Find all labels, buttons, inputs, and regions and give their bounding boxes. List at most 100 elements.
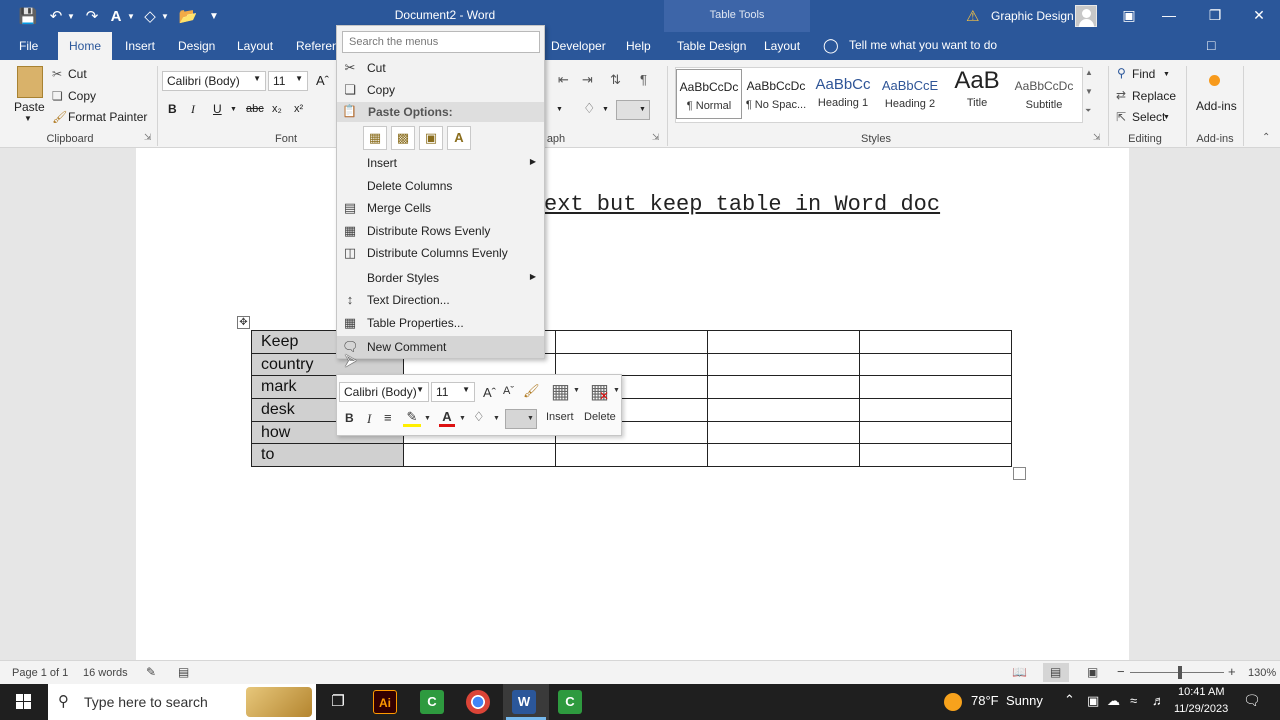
- tab-help[interactable]: Help: [626, 39, 651, 53]
- mini-bold-button[interactable]: B: [345, 411, 354, 425]
- table-cell[interactable]: [859, 375, 1012, 400]
- tab-developer[interactable]: Developer: [551, 39, 606, 53]
- tab-references[interactable]: Referen: [296, 39, 339, 53]
- superscript-button[interactable]: x²: [294, 103, 303, 115]
- ribbon-display-options-icon[interactable]: ▣: [1114, 4, 1144, 26]
- underline-dropdown-icon[interactable]: ▼: [230, 106, 237, 113]
- format-painter-button[interactable]: Format Painter: [68, 110, 147, 124]
- user-name[interactable]: Graphic Design: [991, 9, 1074, 23]
- style-no-spacing[interactable]: AaBbCcDc ¶ No Spac...: [743, 69, 809, 119]
- network-icon[interactable]: ☁: [1107, 693, 1120, 709]
- cut-button[interactable]: Cut: [68, 67, 87, 81]
- sort-icon[interactable]: ⇅: [610, 72, 621, 88]
- copy-button[interactable]: Copy: [68, 89, 96, 103]
- replace-icon[interactable]: ⇄: [1116, 88, 1126, 102]
- tab-insert[interactable]: Insert: [125, 39, 155, 53]
- customize-toolbar-icon[interactable]: ▼: [204, 6, 224, 26]
- print-layout-icon[interactable]: ▤: [1050, 665, 1061, 679]
- tab-design[interactable]: Design: [178, 39, 215, 53]
- menu-item-distribute-columns[interactable]: ◫ Distribute Columns Evenly: [337, 242, 544, 264]
- format-painter-icon[interactable]: 🖌: [523, 383, 540, 399]
- menu-item-delete-columns[interactable]: Delete Columns: [337, 175, 544, 197]
- chevron-up-icon[interactable]: ⌃: [1064, 692, 1075, 708]
- table-cell[interactable]: [707, 420, 860, 445]
- shading-dropdown-icon[interactable]: ▼: [602, 106, 609, 113]
- styles-scroll-up-icon[interactable]: ▲: [1085, 68, 1093, 77]
- borders-dropdown-icon[interactable]: ▼: [527, 415, 534, 422]
- paragraph-launcher-icon[interactable]: ⇲: [652, 132, 660, 143]
- clipboard-launcher-icon[interactable]: ⇲: [144, 132, 152, 143]
- collapse-ribbon-icon[interactable]: ⌃: [1262, 132, 1270, 143]
- style-heading-2[interactable]: AaBbCcE Heading 2: [877, 69, 943, 119]
- shapes-icon[interactable]: ◇: [140, 6, 160, 26]
- table-cell[interactable]: [403, 443, 556, 468]
- paste-keep-text-only-icon[interactable]: A: [447, 126, 471, 150]
- mini-italic-button[interactable]: I: [367, 411, 371, 427]
- tell-me-search[interactable]: Tell me what you want to do: [849, 38, 997, 52]
- table-cell[interactable]: [707, 398, 860, 422]
- table-resize-handle[interactable]: [1013, 467, 1026, 480]
- table-cell[interactable]: to: [251, 443, 404, 468]
- bold-button[interactable]: B: [168, 102, 177, 116]
- tab-file[interactable]: File: [19, 39, 38, 53]
- redo-icon[interactable]: ↷: [82, 6, 102, 26]
- taskbar-search[interactable]: ⚲ Type here to search: [48, 684, 316, 720]
- copy-icon[interactable]: ❏: [52, 89, 63, 103]
- word-icon[interactable]: W: [512, 690, 536, 714]
- insert-table-icon[interactable]: ▦: [551, 379, 570, 404]
- delete-dropdown-icon[interactable]: ▼: [613, 387, 620, 394]
- table-cell[interactable]: [707, 443, 860, 468]
- styles-launcher-icon[interactable]: ⇲: [1093, 132, 1101, 143]
- minimize-icon[interactable]: —: [1154, 4, 1184, 26]
- select-icon[interactable]: ⇱: [1116, 110, 1126, 124]
- mini-font-size-combo[interactable]: 11 ▼: [431, 382, 475, 402]
- menu-item-insert[interactable]: Insert ▶: [337, 152, 544, 174]
- paste-icon[interactable]: [17, 66, 43, 98]
- table-cell[interactable]: [707, 352, 860, 377]
- track-changes-icon[interactable]: ▤: [178, 665, 189, 679]
- menu-item-new-comment[interactable]: 🗨 New Comment: [337, 336, 544, 358]
- mini-delete-button[interactable]: Delete: [584, 411, 616, 423]
- warning-icon[interactable]: ⚠: [966, 7, 979, 25]
- shrink-font-icon[interactable]: Aˇ: [503, 385, 514, 397]
- weather-temp[interactable]: 78°F: [971, 693, 999, 708]
- avatar[interactable]: [1075, 5, 1097, 27]
- document-heading[interactable]: ext but keep table in Word doc: [544, 192, 940, 217]
- paste-dropdown-icon[interactable]: ▼: [24, 114, 32, 123]
- menu-search-input[interactable]: Search the menus: [342, 31, 540, 53]
- highlight-icon[interactable]: ✎: [403, 409, 421, 427]
- read-mode-icon[interactable]: 📖: [1012, 665, 1027, 679]
- shapes-dropdown-icon[interactable]: ▼: [160, 6, 170, 26]
- word-count[interactable]: 16 words: [83, 667, 128, 679]
- wifi-icon[interactable]: ≈: [1130, 693, 1137, 708]
- page-count[interactable]: Page 1 of 1: [12, 667, 68, 679]
- style-subtitle[interactable]: AaBbCcDc Subtitle: [1011, 69, 1077, 119]
- paste-picture-icon[interactable]: ▣: [419, 126, 443, 150]
- menu-item-merge-cells[interactable]: ▤ Merge Cells: [337, 197, 544, 219]
- web-layout-icon[interactable]: ▣: [1087, 665, 1098, 679]
- line-spacing-dropdown-icon[interactable]: ▼: [556, 106, 563, 113]
- mini-insert-button[interactable]: Insert: [546, 411, 574, 423]
- decrease-indent-icon[interactable]: ⇤: [558, 72, 569, 88]
- paste-nest-table-icon[interactable]: ▦: [363, 126, 387, 150]
- format-painter-icon[interactable]: 🖌: [52, 110, 67, 124]
- zoom-in-icon[interactable]: +: [1228, 664, 1236, 679]
- menu-item-border-styles[interactable]: Border Styles ▶: [337, 267, 544, 289]
- table-cell[interactable]: [859, 352, 1012, 377]
- comments-icon[interactable]: □: [1207, 37, 1215, 53]
- italic-button[interactable]: I: [191, 102, 195, 117]
- zoom-out-icon[interactable]: −: [1117, 664, 1125, 679]
- table-cell[interactable]: [707, 330, 860, 354]
- table-cell[interactable]: [555, 330, 708, 354]
- styles-scroll-down-icon[interactable]: ▼: [1085, 87, 1093, 96]
- table-cell[interactable]: [859, 330, 1012, 354]
- center-align-icon[interactable]: ≡: [384, 410, 392, 425]
- paste-merge-formatting-icon[interactable]: ▩: [391, 126, 415, 150]
- menu-item-distribute-rows[interactable]: ▦ Distribute Rows Evenly: [337, 220, 544, 242]
- table-cell[interactable]: [859, 443, 1012, 468]
- styles-more-icon[interactable]: ⏷: [1085, 106, 1091, 116]
- font-color-dropdown-icon[interactable]: ▼: [459, 415, 466, 422]
- undo-icon[interactable]: ↶: [46, 6, 66, 26]
- device-icon[interactable]: ▣: [1087, 693, 1099, 709]
- find-icon[interactable]: ⚲: [1117, 66, 1126, 80]
